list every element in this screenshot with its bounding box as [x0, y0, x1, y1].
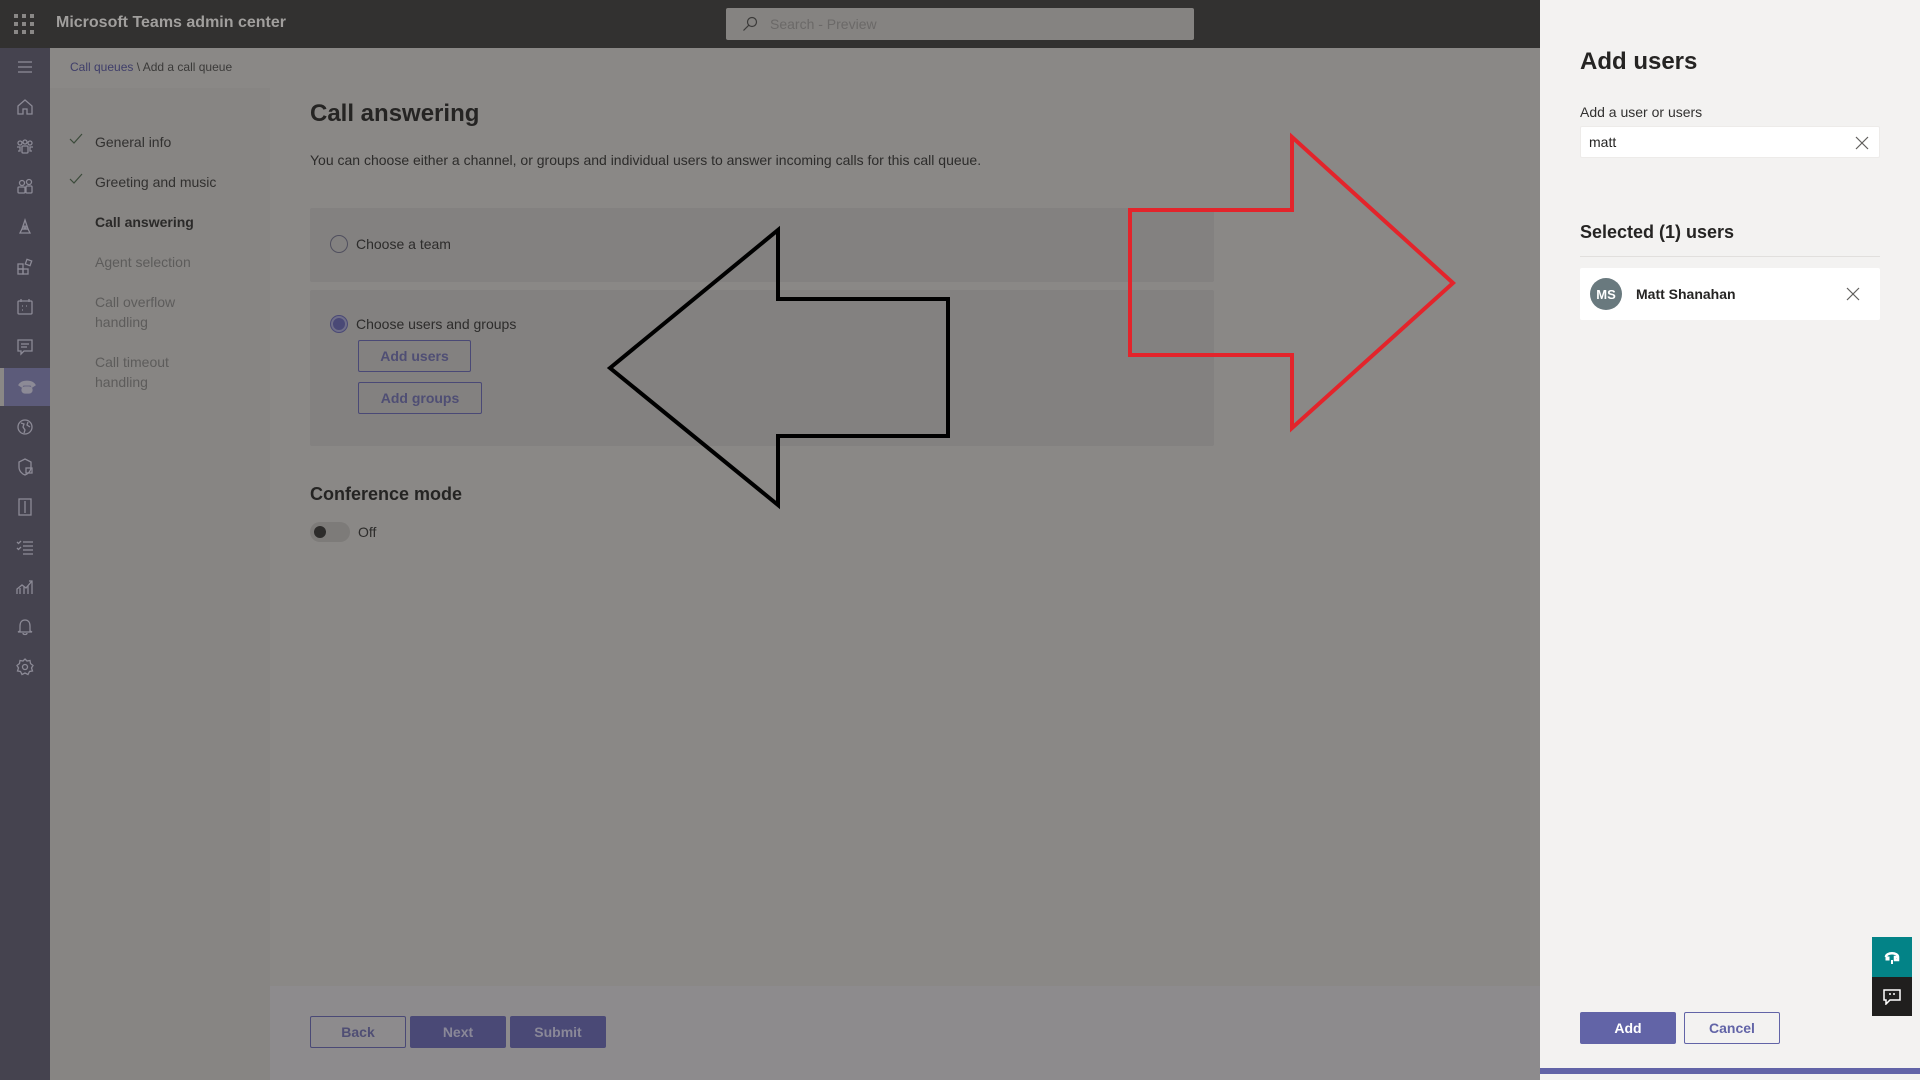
step-greeting-and-music[interactable]: Greeting and music	[69, 172, 245, 192]
clear-icon[interactable]	[1855, 136, 1869, 150]
conference-mode-title: Conference mode	[310, 484, 463, 504]
meetings-icon[interactable]	[0, 288, 50, 326]
breadcrumb-separator: \	[133, 60, 143, 74]
page-title: Call answering	[310, 100, 480, 127]
check-icon	[69, 173, 83, 184]
choose-users-radio[interactable]: Choose users and groups	[330, 315, 516, 333]
user-search-label: Add a user or users	[1580, 104, 1703, 120]
step-call-overflow-handling: Call overflow handling	[95, 294, 176, 330]
settings-icon[interactable]	[0, 648, 50, 686]
conference-mode-toggle-row: Off	[310, 522, 376, 542]
notifications-icon[interactable]	[0, 608, 50, 646]
app-title: Microsoft Teams admin center	[56, 14, 286, 31]
page-description: You can choose either a channel, or grou…	[310, 152, 982, 168]
wizard-footer: Back Next Submit	[270, 986, 1540, 1080]
selected-user-item: MS Matt Shanahan	[1580, 268, 1880, 320]
conference-mode-toggle[interactable]	[310, 522, 350, 542]
step-call-answering[interactable]: Call answering	[95, 212, 245, 232]
analytics-icon[interactable]	[0, 568, 50, 606]
panel-bottom-bar	[1540, 1068, 1920, 1074]
radio-unchecked[interactable]	[330, 235, 348, 253]
app-launcher-icon[interactable]	[14, 14, 34, 34]
choose-team-card: Choose a team	[310, 208, 1214, 282]
policy-packages-icon[interactable]	[0, 448, 50, 486]
planning-icon[interactable]	[0, 488, 50, 526]
left-rail	[0, 48, 50, 1080]
conference-mode-state: Off	[358, 524, 377, 540]
user-name: Matt Shanahan	[1636, 286, 1736, 302]
help-button[interactable]	[1872, 937, 1912, 977]
avatar: MS	[1590, 278, 1622, 310]
feedback-button[interactable]	[1872, 977, 1912, 1016]
teams-icon[interactable]	[0, 128, 50, 166]
divider	[1580, 256, 1880, 257]
search-box[interactable]: Search - Preview	[726, 8, 1194, 40]
feedback-icon	[1883, 988, 1901, 1005]
panel-title: Add users	[1580, 48, 1698, 75]
messaging-icon[interactable]	[0, 328, 50, 366]
check-icon	[69, 133, 83, 144]
submit-button[interactable]: Submit	[510, 1016, 606, 1048]
wizard-steps: General info Greeting and music Call ans…	[50, 88, 270, 1080]
search-placeholder: Search - Preview	[770, 16, 877, 32]
devices-icon[interactable]	[0, 208, 50, 246]
home-icon[interactable]	[0, 88, 50, 126]
breadcrumb-current: Add a call queue	[142, 60, 233, 74]
back-button[interactable]: Back	[310, 1016, 406, 1048]
choose-team-radio[interactable]: Choose a team	[330, 235, 451, 253]
step-agent-selection: Agent selection	[95, 254, 191, 270]
selected-users-title: Selected (1) users	[1580, 222, 1735, 242]
add-groups-button[interactable]: Add groups	[358, 382, 482, 414]
step-general-info[interactable]: General info	[69, 132, 245, 152]
add-users-button[interactable]: Add users	[358, 340, 471, 372]
voice-icon[interactable]	[0, 368, 50, 406]
user-search-input[interactable]	[1581, 134, 1841, 150]
headset-icon	[1884, 952, 1900, 964]
tasks-icon[interactable]	[0, 528, 50, 566]
background-app: Microsoft Teams admin center Search - Pr…	[0, 0, 1540, 1080]
remove-user-icon[interactable]	[1846, 287, 1860, 301]
users-icon[interactable]	[0, 168, 50, 206]
menu-icon[interactable]	[0, 48, 50, 86]
main-area: Call queues \ Add a call queue General i…	[50, 48, 1540, 1080]
radio-checked[interactable]	[330, 315, 348, 333]
next-button[interactable]: Next	[410, 1016, 506, 1048]
step-call-timeout-handling: Call timeout handling	[95, 354, 169, 390]
search-icon	[743, 16, 758, 31]
add-button[interactable]: Add	[1580, 1012, 1676, 1044]
choose-users-card: Choose users and groups Add users Add gr…	[310, 290, 1214, 446]
cancel-button[interactable]: Cancel	[1684, 1012, 1780, 1044]
user-search-field[interactable]	[1580, 126, 1880, 158]
locations-icon[interactable]	[0, 408, 50, 446]
breadcrumb-call-queues[interactable]: Call queues	[70, 60, 133, 74]
top-bar: Microsoft Teams admin center Search - Pr…	[0, 0, 1540, 48]
apps-icon[interactable]	[0, 248, 50, 286]
breadcrumb: Call queues \ Add a call queue	[70, 60, 232, 74]
add-users-panel: Add users Add a user or users Selected (…	[1540, 0, 1920, 1080]
